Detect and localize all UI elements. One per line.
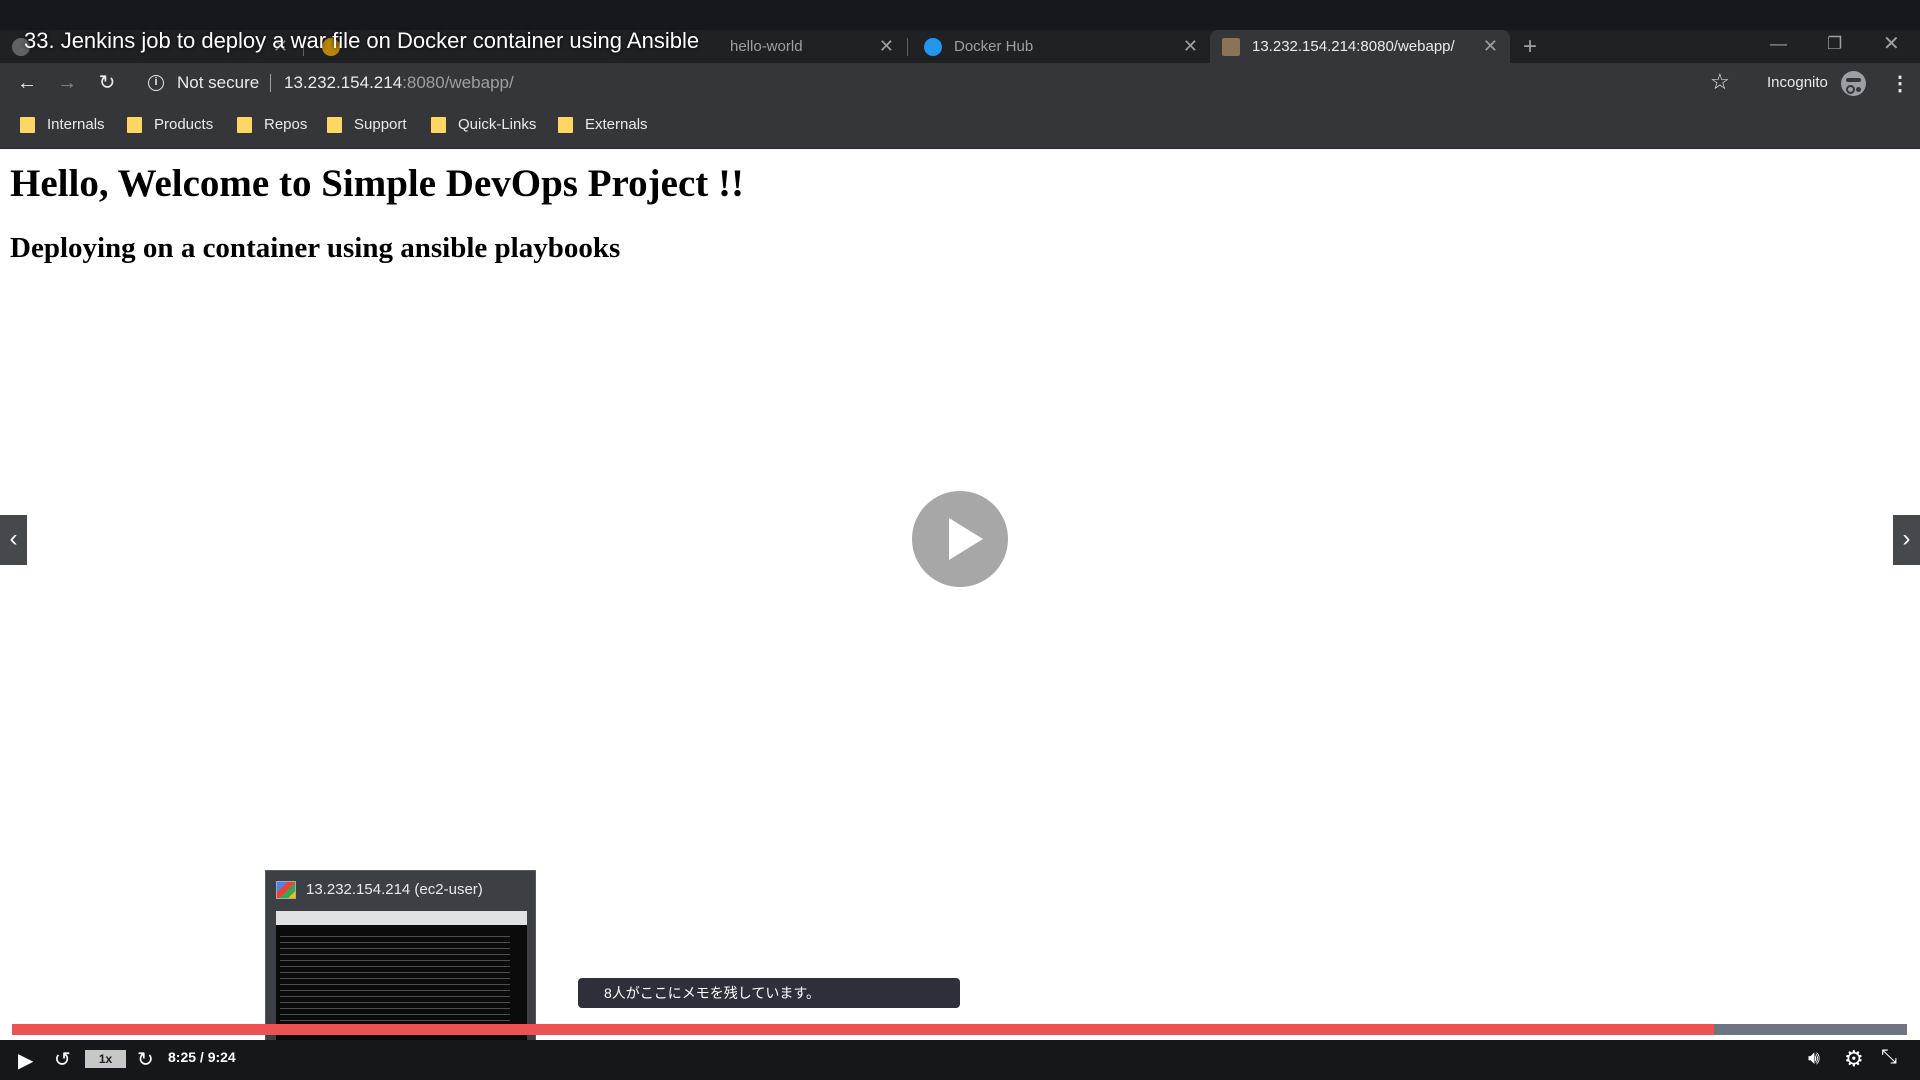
new-tab-button[interactable]: + (1523, 30, 1537, 63)
tab-label: Docker Hub (954, 38, 1034, 55)
video-title: 33. Jenkins job to deploy a war file on … (24, 28, 700, 53)
close-icon[interactable]: ✕ (1483, 36, 1498, 57)
folder-icon (327, 116, 342, 133)
info-icon[interactable]: i (148, 75, 164, 91)
exit-fullscreen-icon[interactable]: ⤡ (1881, 1046, 1897, 1069)
incognito-label: Incognito (1767, 74, 1828, 91)
back-button[interactable]: ← (15, 71, 39, 95)
progress-remaining (1713, 1024, 1907, 1035)
forward-icon[interactable]: ↻ (137, 1047, 154, 1072)
docker-favicon-icon (924, 37, 942, 56)
folder-icon (431, 116, 446, 133)
terminal-preview (276, 911, 527, 1041)
folder-icon (20, 116, 35, 133)
url-divider (270, 74, 271, 92)
browser-toolbar: ← → ↻ i Not secure 13.232.154.214:8080/w… (0, 63, 1920, 103)
taskbar-thumbnail-preview[interactable]: 13.232.154.214 (ec2-user) (265, 870, 536, 1050)
rewind-icon[interactable]: ↺ (54, 1047, 71, 1072)
url-host: 13.232.154.214 (284, 73, 403, 92)
address-bar[interactable]: 13.232.154.214:8080/webapp/ (284, 73, 514, 93)
url-path: :8080/webapp/ (402, 73, 514, 92)
putty-icon (276, 881, 296, 899)
video-control-bar: ▶ ↺ 1x ↻ 8:25 / 9:24 🔊︎ ⚙ ⤡ (0, 1040, 1920, 1080)
folder-icon (127, 116, 142, 133)
tab-docker-hub[interactable]: Docker Hub ✕ (912, 30, 1210, 63)
play-icon[interactable]: ▶ (18, 1048, 33, 1073)
minimize-button[interactable]: — (1770, 30, 1787, 58)
playback-speed-button[interactable]: 1x (85, 1050, 126, 1068)
page-heading: Hello, Welcome to Simple DevOps Project … (10, 162, 744, 205)
incognito-icon[interactable] (1841, 71, 1866, 96)
tab-label: 13.232.154.214:8080/webapp/ (1252, 38, 1455, 55)
tab-divider (907, 38, 908, 56)
folder-icon (237, 116, 252, 133)
settings-gear-icon[interactable]: ⚙ (1844, 1046, 1864, 1072)
security-label[interactable]: Not secure (177, 73, 259, 93)
page-subheading: Deploying on a container using ansible p… (10, 232, 621, 264)
tab-webapp[interactable]: 13.232.154.214:8080/webapp/ ✕ (1210, 30, 1510, 63)
close-window-button[interactable]: ✕ (1883, 30, 1900, 58)
bookmark-internals[interactable]: Internals (20, 116, 105, 133)
forward-button[interactable]: → (55, 71, 79, 95)
bookmark-label: Support (354, 116, 407, 133)
kebab-menu-icon[interactable]: ⋮ (1890, 71, 1910, 96)
bookmark-externals[interactable]: Externals (558, 116, 648, 133)
notes-tooltip: 8人がここにメモを残しています。 (578, 978, 960, 1008)
video-progress-bar[interactable] (12, 1024, 1907, 1035)
bookmark-label: Repos (264, 116, 308, 133)
close-icon[interactable]: ✕ (879, 36, 894, 57)
bookmark-support[interactable]: Support (327, 116, 407, 133)
thumbnail-title: 13.232.154.214 (ec2-user) (306, 881, 483, 898)
bookmark-products[interactable]: Products (127, 116, 213, 133)
time-display: 8:25 / 9:24 (168, 1049, 236, 1065)
previous-lecture-button[interactable]: ‹ (0, 515, 27, 565)
bookmark-star-icon[interactable]: ☆ (1710, 69, 1730, 95)
play-overlay-button[interactable] (912, 491, 1008, 587)
close-icon[interactable]: ✕ (1183, 36, 1198, 57)
progress-played (12, 1024, 1714, 1035)
bookmarks-bar: Internals Products Repos Support Quick-L… (0, 103, 1920, 149)
tab-label: hello-world (730, 38, 803, 55)
video-title-strip (0, 0, 1920, 30)
reload-button[interactable]: ↻ (95, 71, 119, 95)
volume-icon[interactable]: 🔊︎ (1808, 1048, 1820, 1070)
bookmark-repos[interactable]: Repos (237, 116, 307, 133)
bookmark-label: Externals (585, 116, 648, 133)
bookmark-label: Products (154, 116, 214, 133)
bookmark-label: Internals (47, 116, 105, 133)
restore-button[interactable]: ❐ (1827, 30, 1842, 58)
next-lecture-button[interactable]: › (1893, 515, 1920, 565)
page-favicon-icon (1222, 37, 1240, 56)
bookmark-label: Quick-Links (458, 116, 537, 133)
folder-icon (558, 116, 573, 133)
bookmark-quick-links[interactable]: Quick-Links (431, 116, 536, 133)
